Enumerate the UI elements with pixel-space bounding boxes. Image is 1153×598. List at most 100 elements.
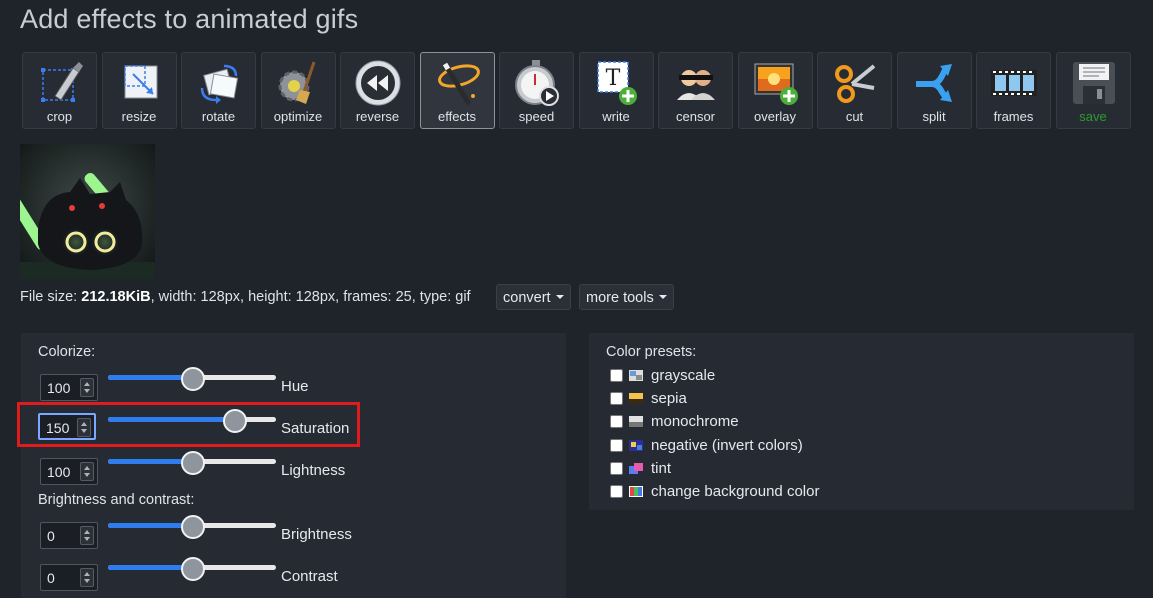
hue-label: Hue: [281, 378, 309, 395]
cut-button[interactable]: cut: [817, 52, 892, 129]
preset-checkbox[interactable]: [610, 392, 623, 405]
convert-label: convert: [503, 290, 551, 306]
svg-text:T: T: [605, 66, 620, 91]
tool-label: overlay: [754, 109, 796, 124]
contrast-input[interactable]: 0: [40, 564, 98, 591]
crop-icon: [41, 62, 83, 102]
hue-input[interactable]: 100: [40, 374, 98, 401]
crop-button[interactable]: crop: [22, 52, 97, 129]
slider-thumb[interactable]: [181, 451, 205, 475]
lightness-input[interactable]: 100: [40, 458, 98, 485]
contrast-slider[interactable]: [108, 556, 276, 581]
preset-label: change background color: [651, 483, 820, 500]
tool-label: speed: [518, 109, 555, 124]
tool-label: save: [1079, 109, 1107, 124]
rotate-button[interactable]: rotate: [181, 52, 256, 129]
lightness-label: Lightness: [281, 462, 346, 479]
tool-label: effects: [437, 109, 477, 124]
caret-down-icon: [658, 295, 667, 299]
colorize-heading: Colorize:: [38, 344, 96, 360]
reverse-icon: [355, 60, 401, 106]
hue-slider[interactable]: [108, 366, 276, 391]
floppy-disk-icon: [1072, 62, 1115, 104]
lightness-slider[interactable]: [108, 450, 276, 475]
resize-button[interactable]: resize: [101, 52, 177, 129]
tool-label: split: [922, 109, 946, 124]
image-add-icon: [754, 63, 798, 105]
gif-preview-image: [20, 144, 155, 279]
highlight-box: [17, 402, 360, 447]
sepia-icon: [629, 393, 643, 404]
preset-label: sepia: [651, 390, 687, 407]
spinner-icon[interactable]: [80, 462, 94, 481]
tool-label: cut: [845, 109, 864, 124]
preset-label: monochrome: [651, 413, 739, 430]
tool-label: crop: [46, 109, 73, 124]
preset-label: grayscale: [651, 367, 716, 384]
brightness-contrast-heading: Brightness and contrast:: [38, 492, 195, 508]
slider-fill: [108, 565, 192, 570]
tool-label: censor: [675, 109, 716, 124]
more-tools-dropdown[interactable]: more tools: [579, 284, 674, 310]
slider-fill: [108, 523, 192, 528]
grayscale-icon: [629, 370, 643, 381]
speed-button[interactable]: speed: [499, 52, 574, 129]
film-frames-icon: [991, 70, 1037, 96]
hue-value: 100: [47, 380, 71, 396]
preset-checkbox[interactable]: [610, 415, 623, 428]
brightness-input[interactable]: 0: [40, 522, 98, 549]
tool-label: rotate: [201, 109, 236, 124]
tint-icon: [629, 463, 643, 474]
reverse-button[interactable]: reverse: [340, 52, 415, 129]
slider-thumb[interactable]: [181, 557, 205, 581]
text-add-icon: T: [596, 61, 637, 105]
save-button[interactable]: save: [1055, 52, 1131, 129]
censor-button[interactable]: censor: [658, 52, 733, 129]
tool-label: resize: [121, 109, 157, 124]
spinner-icon[interactable]: [80, 526, 94, 545]
more-tools-label: more tools: [586, 290, 654, 306]
background-color-icon: [629, 486, 643, 497]
preset-checkbox[interactable]: [610, 462, 623, 475]
resize-icon: [123, 65, 157, 99]
magic-wand-icon: [437, 62, 480, 106]
frames-button[interactable]: frames: [976, 52, 1051, 129]
scissors-icon: [835, 64, 876, 103]
lightness-value: 100: [47, 464, 71, 480]
file-info-prefix: File size:: [20, 289, 82, 305]
spinner-icon[interactable]: [80, 378, 94, 397]
tool-label: optimize: [273, 109, 323, 124]
contrast-value: 0: [47, 570, 55, 586]
overlay-button[interactable]: overlay: [737, 52, 813, 129]
slider-fill: [108, 459, 192, 464]
preset-checkbox[interactable]: [610, 439, 623, 452]
file-info-details: , width: 128px, height: 128px, frames: 2…: [150, 289, 471, 305]
preset-checkbox[interactable]: [610, 369, 623, 382]
preset-label: tint: [651, 460, 672, 477]
negative-icon: [629, 440, 643, 451]
censor-icon: [677, 70, 715, 100]
write-button[interactable]: T write: [578, 52, 654, 129]
rotate-icon: [200, 64, 239, 104]
file-size-value: 212.18KiB: [81, 289, 151, 305]
spinner-icon[interactable]: [80, 568, 94, 587]
split-icon: [915, 64, 952, 102]
slider-thumb[interactable]: [181, 515, 205, 539]
optimize-icon: [278, 61, 315, 104]
file-info: File size: 212.18KiB, width: 128px, heig…: [20, 289, 471, 305]
preset-checkbox[interactable]: [610, 485, 623, 498]
brightness-label: Brightness: [281, 526, 352, 543]
tool-label: reverse: [355, 109, 400, 124]
caret-down-icon: [555, 295, 564, 299]
preset-label: negative (invert colors): [651, 437, 803, 454]
tool-label: write: [602, 109, 630, 124]
split-button[interactable]: split: [896, 52, 972, 129]
slider-thumb[interactable]: [181, 367, 205, 391]
brightness-slider[interactable]: [108, 514, 276, 539]
effects-button[interactable]: effects: [419, 52, 495, 129]
monochrome-icon: [629, 416, 643, 427]
stopwatch-icon: [515, 60, 559, 106]
page-title: Add effects to animated gifs: [20, 4, 359, 34]
optimize-button[interactable]: optimize: [260, 52, 336, 129]
convert-dropdown[interactable]: convert: [496, 284, 571, 310]
